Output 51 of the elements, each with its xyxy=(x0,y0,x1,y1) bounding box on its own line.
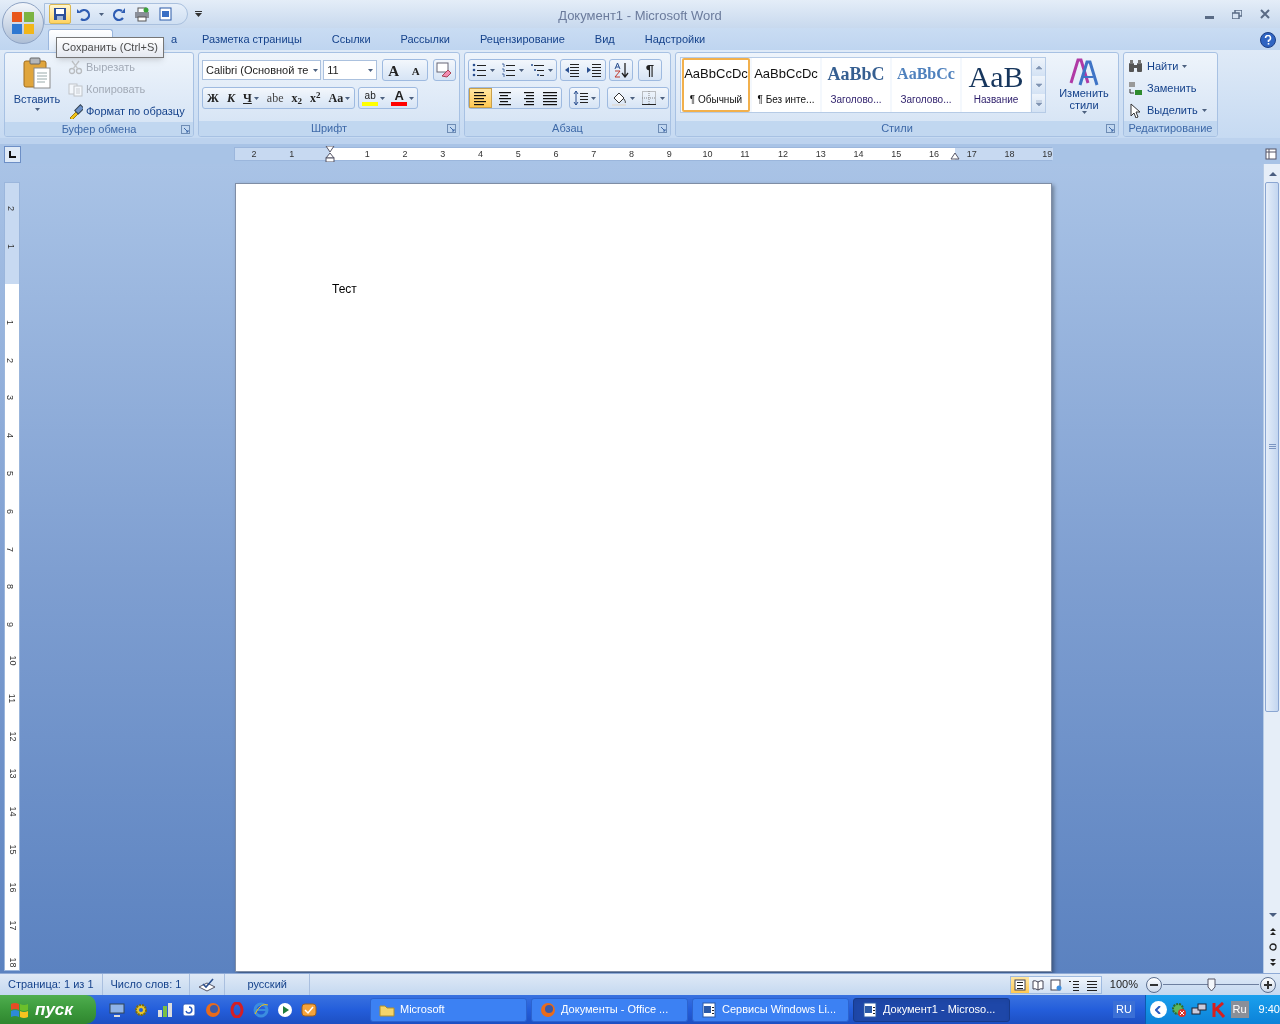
ruler-number: 17 xyxy=(966,148,977,160)
ruler-number: 19 xyxy=(1042,148,1053,160)
group-title: Стили xyxy=(881,121,913,136)
ruler-number: 1 xyxy=(5,319,14,325)
ruler-number: 2 xyxy=(402,148,408,160)
ruler-number: 11 xyxy=(7,693,17,703)
ruler-number: 16 xyxy=(7,882,17,893)
clock: 9:40 xyxy=(1258,1002,1280,1018)
ruler-number: 5 xyxy=(5,471,14,476)
ruler-number: 7 xyxy=(5,546,14,552)
ruler-number: 12 xyxy=(778,148,788,160)
ruler-number: 10 xyxy=(7,655,17,666)
ruler-number: 9 xyxy=(666,148,672,160)
ruler-number: 3 xyxy=(440,148,446,160)
ruler-number: 2 xyxy=(5,357,14,363)
ruler-number: 8 xyxy=(629,148,634,160)
ruler-number: 1 xyxy=(364,148,370,160)
ruler-number: 2 xyxy=(6,206,15,212)
ruler-number: 8 xyxy=(5,584,14,590)
ruler-number: 10 xyxy=(702,148,713,160)
ruler-number: 14 xyxy=(7,806,17,817)
window-title: Документ1 - Microsoft Word xyxy=(557,7,723,25)
group-title: Шрифт xyxy=(310,121,348,136)
ruler-number: 6 xyxy=(5,508,14,514)
ruler-number: 13 xyxy=(815,148,826,160)
ruler-number: 14 xyxy=(853,148,864,160)
group-title: Редактирование xyxy=(1128,121,1213,136)
ruler-number: 18 xyxy=(7,957,17,968)
ruler-number: 11 xyxy=(740,148,750,160)
document-text: Тест xyxy=(332,281,358,297)
ruler-number: 15 xyxy=(891,148,902,160)
ruler-number: 3 xyxy=(5,395,14,401)
ruler-number: 4 xyxy=(478,148,483,160)
tooltip: Сохранить (Ctrl+S) xyxy=(56,37,164,58)
ruler-number: 2 xyxy=(251,148,257,160)
ruler-number: 6 xyxy=(553,148,559,160)
ruler-number: 1 xyxy=(6,244,15,250)
ruler-number: 9 xyxy=(5,622,14,628)
ruler-number: 5 xyxy=(515,148,521,160)
group-title: Буфер обмена xyxy=(61,122,137,136)
zoom-level: 100% xyxy=(1109,977,1138,993)
ruler-number: 12 xyxy=(7,731,17,742)
ruler-number: 18 xyxy=(1004,148,1015,160)
ruler-number: 17 xyxy=(7,920,17,931)
ruler-number: 16 xyxy=(929,148,939,160)
group-title: Абзац xyxy=(552,121,583,136)
ruler-number: 4 xyxy=(5,433,14,439)
ruler-number: 1 xyxy=(289,148,295,160)
ruler-number: 15 xyxy=(7,844,17,855)
ruler-number: 13 xyxy=(7,768,17,779)
ruler-number: 7 xyxy=(591,148,597,160)
